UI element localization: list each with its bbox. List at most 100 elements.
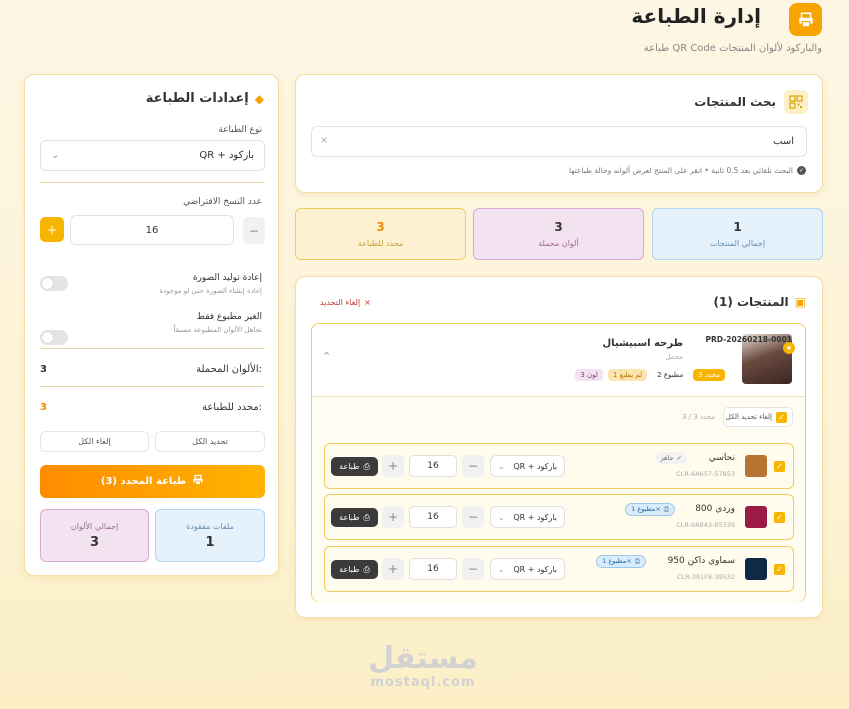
- settings-title: إعدادات الطباعة ◆: [146, 91, 264, 106]
- row-checkbox[interactable]: ✓: [774, 564, 785, 575]
- print-type-select[interactable]: ⌄ QR + باركود: [40, 140, 265, 171]
- color-row[interactable]: ✓ نحاسي جاهز ✓ CLR-6A657-57853 ⌄ QR + بارك…: [324, 443, 794, 489]
- loaded-colors-value: 3: [554, 220, 563, 234]
- loaded-label: الألوان المحملة:: [196, 364, 262, 375]
- missing-files-value: 1: [205, 534, 215, 550]
- selected-print-stat: 3 محدد للطباعة: [295, 208, 466, 260]
- total-colors-stat: إجمالي الألوان 3: [40, 509, 149, 562]
- search-value: اسب: [773, 136, 794, 147]
- print-label: طباعة: [339, 462, 360, 471]
- selected-badge: 3 محدد: [693, 369, 725, 381]
- deselect-all-products-button[interactable]: إلغاء تحديد الكل ✓: [723, 407, 793, 427]
- product-search-card: بحث المنتجات × اسب البحث تلقائي بعد 0.5 …: [295, 74, 823, 193]
- print-selected-button[interactable]: طباعة المحدد (3): [40, 465, 265, 498]
- product-name: طرحه اسبيشيال: [602, 338, 683, 349]
- product-header[interactable]: ★ PRD-20260218-0001 طرحه اسبيشيال محمل 3…: [312, 324, 805, 396]
- increment-button[interactable]: +: [382, 506, 404, 528]
- printer-icon: ⎙: [363, 461, 370, 471]
- divider: [40, 386, 265, 387]
- total-products-stat: 1 إجمالي المنتجات: [652, 208, 823, 260]
- print-settings-panel: إعدادات الطباعة ◆ نوع الطباعة ⌄ QR + بار…: [24, 74, 279, 576]
- print-type-select[interactable]: ⌄ QR + باركود: [490, 558, 565, 580]
- divider: [40, 182, 265, 183]
- copies-input[interactable]: 16: [70, 215, 234, 245]
- check-circle-icon: ✓: [797, 166, 806, 175]
- decrement-button[interactable]: −: [462, 506, 484, 528]
- color-row[interactable]: ✓ سماوي داكن 950 مطبوع 1× ⎙ CLR-391F8-395…: [324, 546, 794, 592]
- check-icon: ✓: [676, 454, 682, 462]
- select-all-button[interactable]: تحديد الكل: [155, 431, 265, 452]
- print-type-value: QR + باركود: [513, 564, 557, 574]
- print-button[interactable]: طباعة ⎙: [331, 508, 378, 527]
- print-type-value: QR + باركود: [513, 461, 557, 471]
- chevron-down-icon: ⌄: [498, 461, 505, 471]
- color-code: CLR-9A843-85339: [676, 521, 735, 529]
- color-swatch: [745, 558, 767, 580]
- printer-icon: [192, 474, 204, 489]
- increment-button[interactable]: +: [382, 558, 404, 580]
- deselect-all-button[interactable]: إلغاء الكل: [40, 431, 149, 452]
- printer-icon: ⎙: [363, 512, 370, 522]
- print-type-value: QR + باركود: [513, 512, 557, 522]
- products-header: المنتجات (1) ▣: [713, 295, 806, 309]
- products-card: المنتجات (1) ▣ إلغاء التحديد × ★ PRD-202…: [295, 276, 823, 618]
- printer-icon: ⎙: [663, 505, 669, 513]
- print-type-value: QR + باركود: [199, 150, 254, 161]
- missing-files-stat: ملفات مفقودة 1: [155, 509, 265, 562]
- loaded-colors-stat: 3 ألوان محملة: [473, 208, 644, 260]
- print-button[interactable]: طباعة ⎙: [331, 560, 378, 579]
- selected-print-label: محدد للطباعة: [357, 239, 404, 248]
- unprinted-badge: 1 لم يطبع: [607, 369, 648, 381]
- increment-button[interactable]: +: [40, 217, 64, 242]
- regen-toggle[interactable]: [40, 276, 68, 291]
- deselect-all-products-label: إلغاء تحديد الكل: [725, 413, 772, 421]
- print-label: طباعة: [339, 565, 360, 574]
- chevron-up-icon[interactable]: ⌃: [322, 350, 331, 363]
- decrement-button[interactable]: −: [462, 558, 484, 580]
- search-input[interactable]: × اسب: [311, 126, 807, 157]
- color-code: CLR-6A657-57853: [676, 470, 735, 478]
- missing-files-label: ملفات مفقودة: [186, 521, 234, 531]
- loaded-value: 3: [40, 364, 47, 375]
- loaded-colors-label: ألوان محملة: [538, 239, 579, 248]
- quantity-input[interactable]: 16: [409, 558, 457, 580]
- copies-label: عدد النسخ الافتراضي: [183, 197, 262, 207]
- quantity-input[interactable]: 16: [409, 506, 457, 528]
- quantity-input[interactable]: 16: [409, 455, 457, 477]
- watermark-logo: مستقل mostaql.com: [368, 641, 478, 691]
- clear-icon[interactable]: ×: [320, 135, 328, 146]
- color-row[interactable]: ✓ وردي 800 مطبوع 1× ⎙ CLR-9A843-85339 ⌄ QR…: [324, 494, 794, 540]
- print-type-select[interactable]: ⌄ QR + باركود: [490, 506, 565, 528]
- status-text: مطبوع 1×: [602, 557, 632, 565]
- print-type-select[interactable]: ⌄ QR + باركود: [490, 455, 565, 477]
- status-badge: جاهز ✓: [655, 452, 687, 464]
- row-checkbox[interactable]: ✓: [774, 461, 785, 472]
- status-text: مطبوع 1×: [631, 505, 661, 513]
- box-icon: ▣: [794, 295, 806, 309]
- row-checkbox[interactable]: ✓: [774, 512, 785, 523]
- product-status: محمل: [665, 353, 683, 361]
- watermark-latin: mostaql.com: [370, 675, 476, 690]
- colors-badge: 3 لون: [575, 369, 603, 381]
- status-badge: مطبوع 1× ⎙: [596, 555, 646, 568]
- printer-icon: ⎙: [363, 564, 370, 574]
- status-badge: مطبوع 1× ⎙: [625, 503, 675, 516]
- total-colors-label: إجمالي الألوان: [70, 521, 119, 531]
- unprinted-title: الغير مطبوع فقط: [196, 312, 262, 322]
- product-group: ★ PRD-20260218-0001 طرحه اسبيشيال محمل 3…: [311, 323, 806, 602]
- total-products-label: إجمالي المنتجات: [709, 239, 766, 248]
- increment-button[interactable]: +: [382, 455, 404, 477]
- selected-label: محدد للطباعة:: [201, 402, 262, 413]
- settings-title-text: إعدادات الطباعة: [145, 91, 249, 106]
- clear-selection-label: إلغاء التحديد: [320, 298, 361, 307]
- color-swatch: [745, 506, 767, 528]
- decrement-button[interactable]: −: [243, 217, 265, 244]
- print-button[interactable]: طباعة ⎙: [331, 457, 378, 476]
- clear-selection-button[interactable]: إلغاء التحديد ×: [320, 298, 371, 307]
- chevron-down-icon: ⌄: [498, 512, 505, 522]
- print-label: طباعة: [339, 513, 360, 522]
- decrement-button[interactable]: −: [462, 455, 484, 477]
- unprinted-toggle[interactable]: [40, 330, 68, 345]
- watermark-arabic: مستقل: [368, 641, 478, 676]
- color-swatch: [745, 455, 767, 477]
